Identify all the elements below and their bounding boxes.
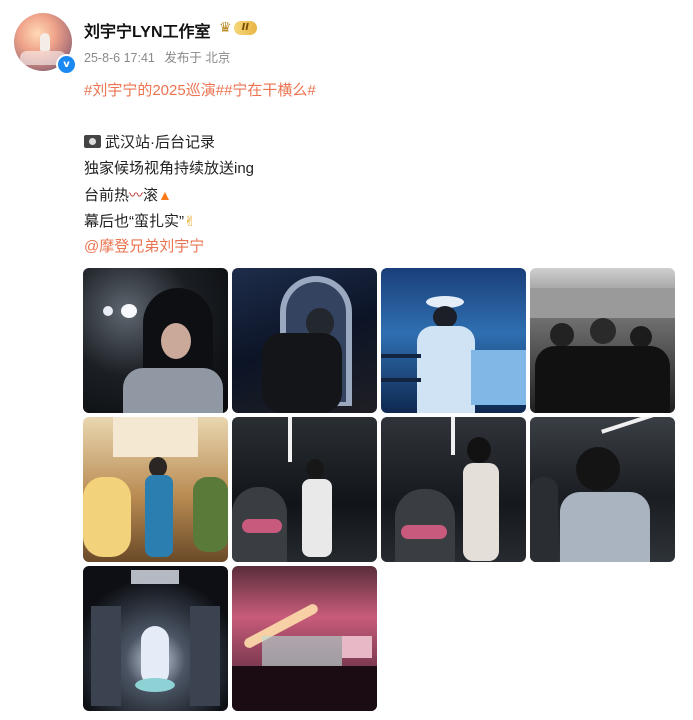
photo-8[interactable] <box>530 417 675 562</box>
photo-2[interactable] <box>232 268 377 413</box>
crown-icon: ♛ <box>219 20 232 36</box>
photo-grid <box>83 268 675 711</box>
fire-icon: ▲ <box>158 187 172 203</box>
photo-6[interactable] <box>232 417 377 562</box>
vip-badge[interactable]: ♛ II <box>219 20 261 36</box>
photo-3[interactable] <box>381 268 526 413</box>
post-timestamp[interactable]: 25-8-6 17:41 <box>84 51 155 65</box>
author-name[interactable]: 刘宇宁LYN工作室 <box>84 18 211 42</box>
mention-link[interactable]: @摩登兄弟刘宇宁 <box>84 238 204 255</box>
mention-line: @摩登兄弟刘宇宁 <box>84 234 316 260</box>
photo-7[interactable] <box>381 417 526 562</box>
body-line-2-text: 独家候场视角持续放送ing <box>84 160 255 177</box>
chili-icon: 〰 <box>129 187 144 203</box>
body-line-4-text: 幕后也“蛮扎实” <box>84 213 184 230</box>
avatar-figure <box>40 33 50 51</box>
hashtag-ning[interactable]: #宁在干横么# <box>224 82 316 99</box>
photo-4[interactable] <box>530 268 675 413</box>
post-location: 发布于 北京 <box>164 51 231 65</box>
camera-icon <box>84 135 101 148</box>
body-line-1-text: 武汉站·后台记录 <box>105 134 215 151</box>
verified-icon: v <box>56 54 77 75</box>
body-line-3: 台前热〰滚▲ <box>84 182 316 208</box>
hashtag-tour[interactable]: #刘宇宁的2025巡演# <box>84 82 224 99</box>
body-line-2: 独家候场视角持续放送ing <box>84 156 316 182</box>
body-line-3-text-a: 台前热 <box>84 187 130 204</box>
photo-1[interactable] <box>83 268 228 413</box>
body-line-1: 武汉站·后台记录 <box>84 130 316 156</box>
vip-level: II <box>233 21 258 35</box>
thumbs-up-icon: ✌ <box>184 213 196 229</box>
hashtag-line: #刘宇宁的2025巡演##宁在干横么# <box>84 78 316 104</box>
photo-5[interactable] <box>83 417 228 562</box>
post-meta: 25-8-6 17:41 发布于 北京 <box>84 47 230 66</box>
body-line-3-text-b: 滚 <box>143 187 159 204</box>
post-body: #刘宇宁的2025巡演##宁在干横么# 武汉站·后台记录 独家候场视角持续放送i… <box>84 78 316 260</box>
photo-9[interactable] <box>83 566 228 711</box>
body-line-4: 幕后也“蛮扎实”✌ <box>84 208 316 234</box>
photo-10[interactable] <box>232 566 377 711</box>
